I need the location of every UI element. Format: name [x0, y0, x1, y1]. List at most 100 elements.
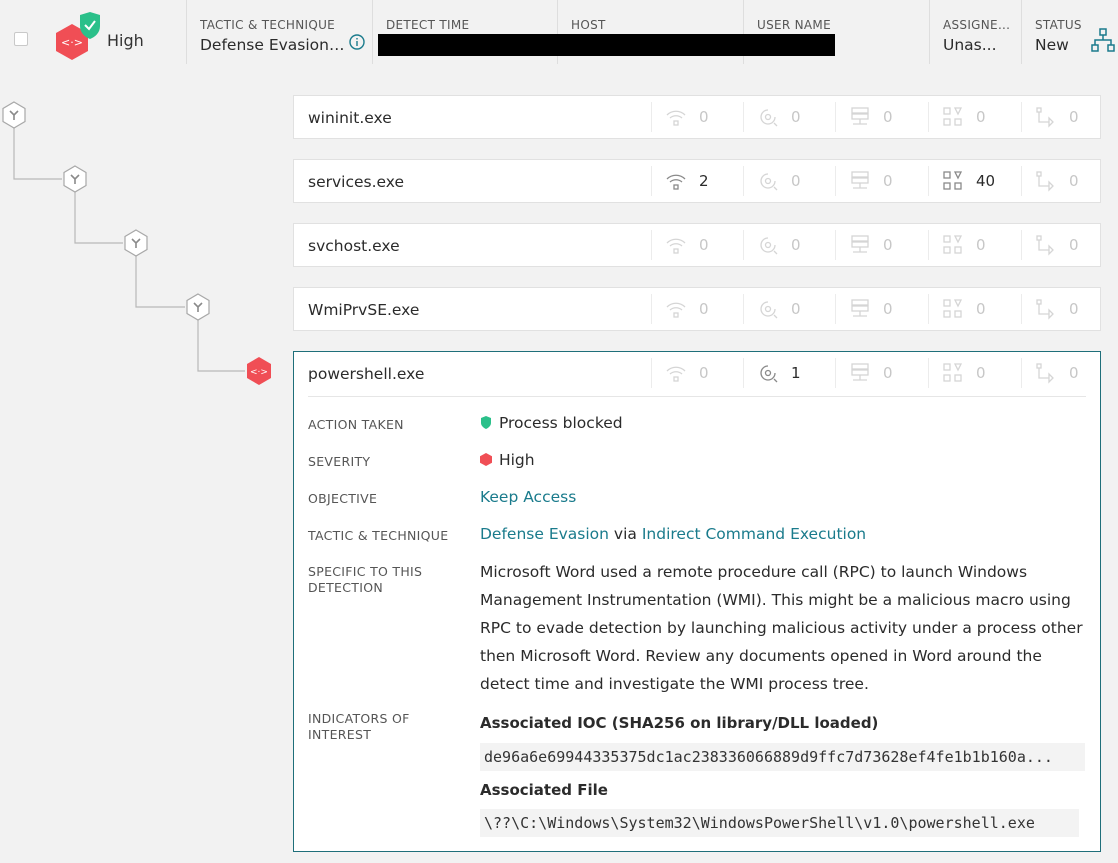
column-status[interactable]: STATUS New [1021, 0, 1091, 64]
stat-network[interactable]: 0 [651, 230, 743, 260]
stat-registry[interactable]: 0 [928, 102, 1020, 132]
disk-icon [848, 169, 872, 193]
stat-disk[interactable]: 0 [835, 294, 927, 324]
column-header: HOST [571, 18, 606, 32]
shield-icon [481, 416, 491, 429]
process-name[interactable]: wininit.exe [308, 109, 392, 127]
stat-count: 0 [883, 236, 893, 254]
severity-label: SEVERITY [308, 454, 371, 469]
network-icon [664, 169, 688, 193]
dns-icon [756, 105, 780, 129]
column-tactic[interactable]: TACTIC & TECHNIQUE Defense Evasion ... [186, 0, 373, 64]
objective-link[interactable]: Keep Access [480, 488, 576, 506]
process-node-icon[interactable] [186, 293, 210, 321]
stat-registry[interactable]: 0 [928, 358, 1020, 388]
stat-count: 1 [791, 364, 801, 382]
registry-icon [941, 361, 965, 385]
dns-icon [756, 169, 780, 193]
stat-network[interactable]: 2 [651, 166, 743, 196]
stat-count: 0 [883, 364, 893, 382]
specific-label: SPECIFIC TO THIS DETECTION [308, 564, 422, 596]
registry-icon [941, 297, 965, 321]
disk-icon [848, 297, 872, 321]
stat-disk[interactable]: 0 [835, 358, 927, 388]
indicators-label: INDICATORS OF INTEREST [308, 711, 410, 743]
process-node-icon[interactable] [63, 165, 87, 193]
file-heading: Associated File [480, 781, 608, 799]
stat-count: 0 [699, 236, 709, 254]
stat-network[interactable]: 0 [651, 358, 743, 388]
stat-count: 0 [976, 364, 986, 382]
action-taken-value: Process blocked [480, 414, 623, 432]
process-node-icon[interactable] [2, 101, 26, 129]
stat-process-spawn[interactable]: 0 [1021, 230, 1113, 260]
stat-process-spawn[interactable]: 0 [1021, 358, 1113, 388]
process-spawn-icon [1034, 297, 1058, 321]
process-spawn-icon [1034, 361, 1058, 385]
registry-icon [941, 105, 965, 129]
dns-icon [756, 297, 780, 321]
registry-icon [941, 233, 965, 257]
selected-process-node-icon[interactable]: <·> [247, 357, 271, 385]
ioc-hash-value[interactable]: de96a6e69944335375dc1ac238336066889d9ffc… [480, 743, 1085, 771]
process-name[interactable]: services.exe [308, 173, 404, 191]
select-checkbox[interactable] [14, 32, 28, 46]
stat-count: 0 [1069, 236, 1079, 254]
column-value: Defense Evasion ... [200, 36, 345, 54]
stat-registry[interactable]: 0 [928, 294, 1020, 324]
shield-check-icon [80, 12, 100, 39]
network-icon [664, 105, 688, 129]
stat-count: 0 [1069, 300, 1079, 318]
stat-network[interactable]: 0 [651, 102, 743, 132]
tactic-link[interactable]: Defense Evasion [480, 525, 609, 543]
stat-dns[interactable]: 0 [743, 102, 835, 132]
stat-process-spawn[interactable]: 0 [1021, 294, 1113, 324]
disk-icon [848, 233, 872, 257]
process-name[interactable]: powershell.exe [308, 365, 424, 383]
process-row[interactable]: WmiPrvSE.exe 0 0 0 0 0 [293, 287, 1101, 331]
stat-dns[interactable]: 1 [743, 358, 835, 388]
via-text: via [613, 525, 637, 543]
stat-process-spawn[interactable]: 0 [1021, 166, 1113, 196]
file-path-value[interactable]: \??\C:\Windows\System32\WindowsPowerShel… [480, 809, 1079, 837]
stat-dns[interactable]: 0 [743, 294, 835, 324]
column-header: ASSIGNE... [943, 18, 1011, 32]
process-row[interactable]: services.exe 2 0 0 40 0 [293, 159, 1101, 203]
stat-count: 0 [699, 300, 709, 318]
severity-text: High [498, 451, 535, 469]
technique-link[interactable]: Indirect Command Execution [642, 525, 866, 543]
column-assignee[interactable]: ASSIGNE... Unas... [929, 0, 1022, 64]
info-icon[interactable] [349, 34, 365, 50]
process-row[interactable]: svchost.exe 0 0 0 0 0 [293, 223, 1101, 267]
stat-disk[interactable]: 0 [835, 166, 927, 196]
process-row[interactable]: wininit.exe 0 0 0 0 0 [293, 95, 1101, 139]
stat-count: 0 [791, 236, 801, 254]
stat-process-spawn[interactable]: 0 [1021, 102, 1113, 132]
stat-count: 0 [1069, 172, 1079, 190]
stat-disk[interactable]: 0 [835, 230, 927, 260]
stat-dns[interactable]: 0 [743, 166, 835, 196]
ioc-heading: Associated IOC (SHA256 on library/DLL lo… [480, 714, 879, 732]
process-name[interactable]: svchost.exe [308, 237, 400, 255]
stat-disk[interactable]: 0 [835, 102, 927, 132]
dns-icon [756, 361, 780, 385]
stat-dns[interactable]: 0 [743, 230, 835, 260]
stat-registry[interactable]: 0 [928, 230, 1020, 260]
stat-count: 0 [699, 108, 709, 126]
process-spawn-icon [1034, 105, 1058, 129]
divider [308, 396, 1086, 397]
process-node-icon[interactable] [124, 229, 148, 257]
stat-count: 0 [1069, 108, 1079, 126]
indicators-label-line2: INTEREST [308, 727, 372, 742]
stat-count: 0 [883, 172, 893, 190]
stat-count: 0 [791, 172, 801, 190]
stat-count: 0 [1069, 364, 1079, 382]
specific-label-line1: SPECIFIC TO THIS [308, 564, 423, 579]
tactic-technique-label: TACTIC & TECHNIQUE [308, 528, 449, 543]
process-spawn-icon [1034, 233, 1058, 257]
process-name[interactable]: WmiPrvSE.exe [308, 301, 419, 319]
stat-network[interactable]: 0 [651, 294, 743, 324]
stat-registry[interactable]: 40 [928, 166, 1020, 196]
process-tree-icon[interactable] [1090, 27, 1116, 53]
stat-count: 0 [883, 108, 893, 126]
